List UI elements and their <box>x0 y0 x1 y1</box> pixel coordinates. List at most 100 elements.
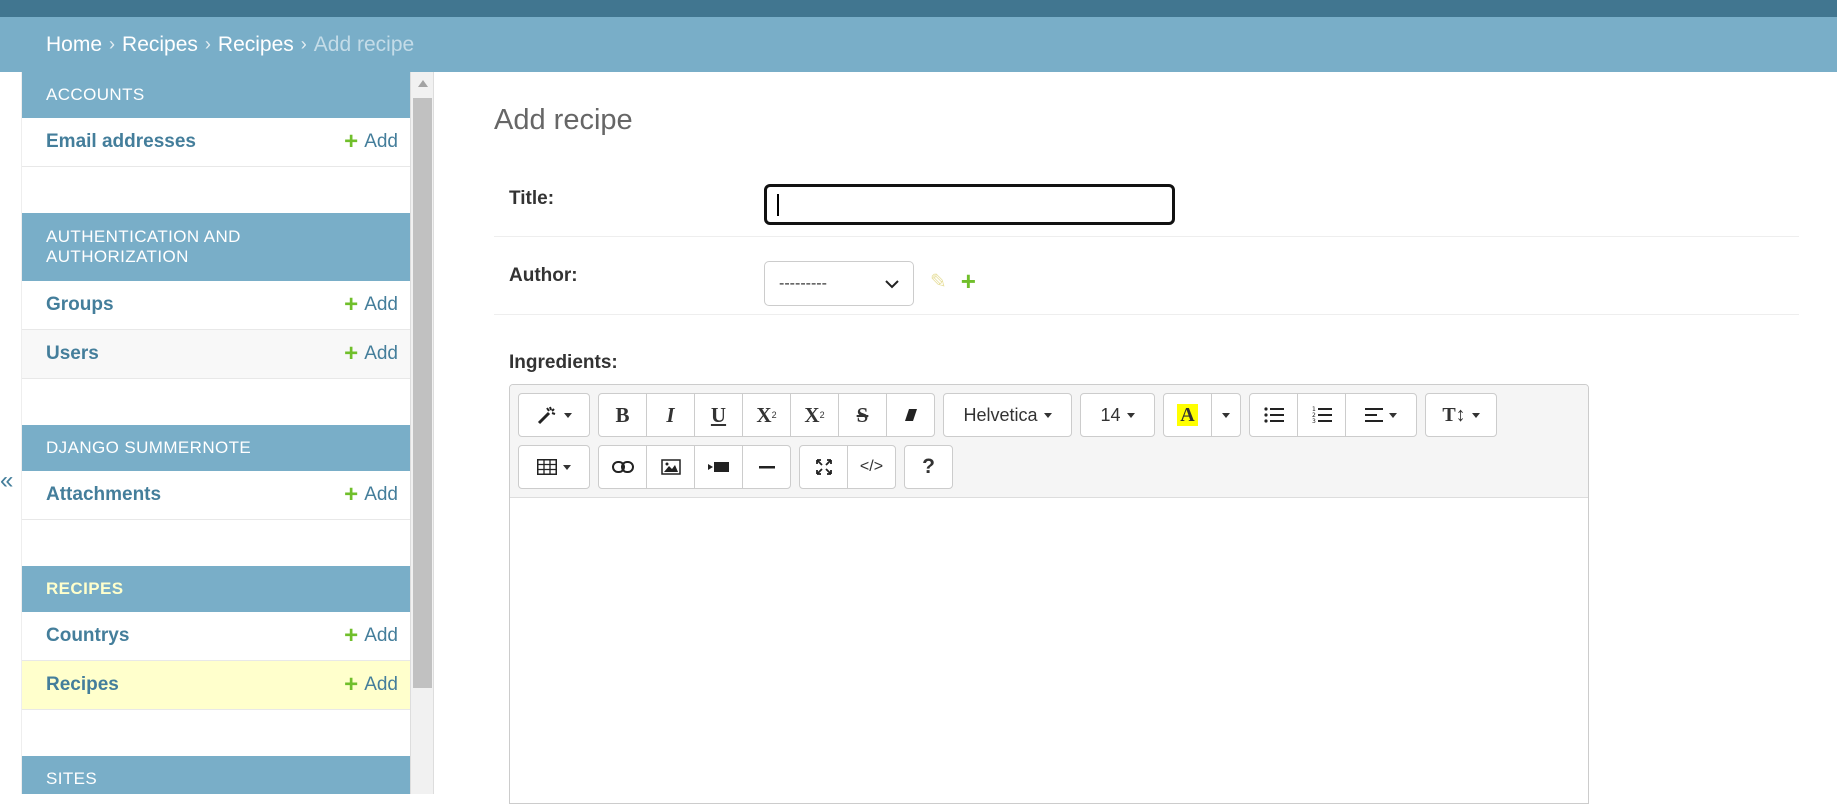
plus-icon: + <box>344 340 359 367</box>
main-content: Add recipe Title: Author: --------- ✎ + … <box>494 72 1799 804</box>
magic-wand-icon <box>537 406 556 425</box>
ordered-list-icon: 123 <box>1312 406 1332 424</box>
sidebar-item-email-addresses: Email addresses + Add <box>22 118 410 167</box>
subscript-button[interactable]: X2 <box>790 393 839 437</box>
module-caption-sites[interactable]: Sites <box>22 756 410 794</box>
model-link-recipes[interactable]: Recipes <box>46 674 119 696</box>
font-size-dropdown[interactable]: 14 <box>1080 393 1155 437</box>
breadcrumb-recipes-app[interactable]: Recipes <box>122 33 198 57</box>
add-email-address-link[interactable]: + Add <box>344 130 398 154</box>
module-caption-auth[interactable]: Authentication and Authorization <box>22 213 410 281</box>
eraser-icon <box>904 409 917 421</box>
add-country-link[interactable]: + Add <box>344 624 398 648</box>
scroll-thumb[interactable] <box>413 98 432 688</box>
page-title: Add recipe <box>494 104 633 136</box>
line-height-button[interactable]: T↕ <box>1425 393 1497 437</box>
module-caption-accounts[interactable]: Accounts <box>22 72 410 118</box>
author-selected-value: --------- <box>779 274 827 292</box>
fullscreen-icon <box>815 459 832 475</box>
video-button[interactable] <box>694 445 743 489</box>
line-height-icon: T↕ <box>1442 403 1466 426</box>
add-label: Add <box>364 343 398 364</box>
underline-button[interactable]: U <box>694 393 743 437</box>
add-label: Add <box>364 674 398 695</box>
font-size-value: 14 <box>1100 404 1121 425</box>
add-label: Add <box>364 131 398 152</box>
video-icon <box>707 462 729 472</box>
code-view-icon: </> <box>859 458 884 475</box>
add-attachment-link[interactable]: + Add <box>344 483 398 507</box>
model-link-attachments[interactable]: Attachments <box>46 484 161 506</box>
horizontal-rule-icon <box>758 466 775 469</box>
ingredients-editor-area[interactable] <box>510 498 1588 803</box>
add-recipe-link[interactable]: + Add <box>344 673 398 697</box>
plus-icon: + <box>344 671 359 698</box>
italic-icon: I <box>666 402 675 427</box>
title-input[interactable] <box>764 184 1175 225</box>
module-caption-recipes[interactable]: Recipes <box>22 566 410 612</box>
plus-icon: + <box>344 291 359 318</box>
plus-icon: + <box>344 622 359 649</box>
eraser-button[interactable] <box>886 393 935 437</box>
table-icon <box>537 459 557 475</box>
sidebar-item-groups: Groups + Add <box>22 281 410 330</box>
breadcrumb-home[interactable]: Home <box>46 33 102 57</box>
breadcrumb-separator: › <box>300 34 307 54</box>
add-author-plus-icon[interactable]: + <box>961 268 976 294</box>
model-link-countrys[interactable]: Countrys <box>46 625 129 647</box>
model-link-email-addresses[interactable]: Email addresses <box>46 131 196 153</box>
author-select[interactable]: --------- <box>764 261 914 306</box>
scroll-up-arrow-icon[interactable] <box>418 80 428 87</box>
align-left-icon <box>1365 408 1383 422</box>
subscript-icon: X <box>804 402 820 427</box>
summernote-editor: B I U X2 X2 S Helvetica 14 A 123 T↕ </> … <box>509 384 1589 804</box>
color-dropdown-button[interactable] <box>1211 393 1241 437</box>
strikethrough-button[interactable]: S <box>838 393 887 437</box>
pencil-icon[interactable]: ✎ <box>930 269 947 294</box>
plus-icon: + <box>344 128 359 155</box>
link-button[interactable] <box>598 445 647 489</box>
paragraph-align-button[interactable] <box>1345 393 1417 437</box>
model-link-users[interactable]: Users <box>46 343 99 365</box>
table-button[interactable] <box>518 445 590 489</box>
ingredients-label: Ingredients: <box>509 352 618 373</box>
font-name-dropdown[interactable]: Helvetica <box>943 393 1072 437</box>
bold-button[interactable]: B <box>598 393 647 437</box>
strikethrough-icon: S <box>856 402 869 427</box>
italic-button[interactable]: I <box>646 393 695 437</box>
module-caption-summernote[interactable]: Django Summernote <box>22 425 410 471</box>
unordered-list-button[interactable] <box>1249 393 1298 437</box>
ordered-list-button[interactable]: 123 <box>1297 393 1346 437</box>
help-button[interactable]: ? <box>904 445 953 489</box>
bold-icon: B <box>615 402 630 427</box>
fullscreen-button[interactable] <box>799 445 848 489</box>
superscript-icon: X <box>756 402 772 427</box>
highlight-a-icon: A <box>1177 404 1198 426</box>
magic-wand-button[interactable] <box>518 393 590 437</box>
code-view-button[interactable]: </> <box>847 445 896 489</box>
sidebar-item-countrys: Countrys + Add <box>22 612 410 661</box>
picture-button[interactable] <box>646 445 695 489</box>
text-color-button[interactable]: A <box>1163 393 1212 437</box>
superscript-button[interactable]: X2 <box>742 393 791 437</box>
author-related-actions: ✎ + <box>930 268 976 294</box>
horizontal-rule-button[interactable] <box>742 445 791 489</box>
plus-icon: + <box>344 481 359 508</box>
sidebar-collapse-toggle[interactable]: « <box>0 466 13 496</box>
add-group-link[interactable]: + Add <box>344 293 398 317</box>
breadcrumb-separator: › <box>204 34 211 54</box>
picture-icon <box>660 459 681 475</box>
sidebar-item-recipes: Recipes + Add <box>22 661 410 710</box>
breadcrumb-recipes-model[interactable]: Recipes <box>218 33 294 57</box>
model-link-groups[interactable]: Groups <box>46 294 114 316</box>
editor-toolbar: B I U X2 X2 S Helvetica 14 A 123 T↕ </> … <box>510 385 1588 498</box>
link-icon <box>611 461 634 473</box>
text-caret <box>777 194 779 216</box>
sidebar-scrollbar[interactable] <box>410 72 434 794</box>
add-user-link[interactable]: + Add <box>344 342 398 366</box>
breadcrumb-current: Add recipe <box>313 32 415 56</box>
add-label: Add <box>364 484 398 505</box>
header-bar <box>0 0 1837 17</box>
unordered-list-icon <box>1263 407 1284 423</box>
form-row-author: Author: <box>494 237 1799 315</box>
